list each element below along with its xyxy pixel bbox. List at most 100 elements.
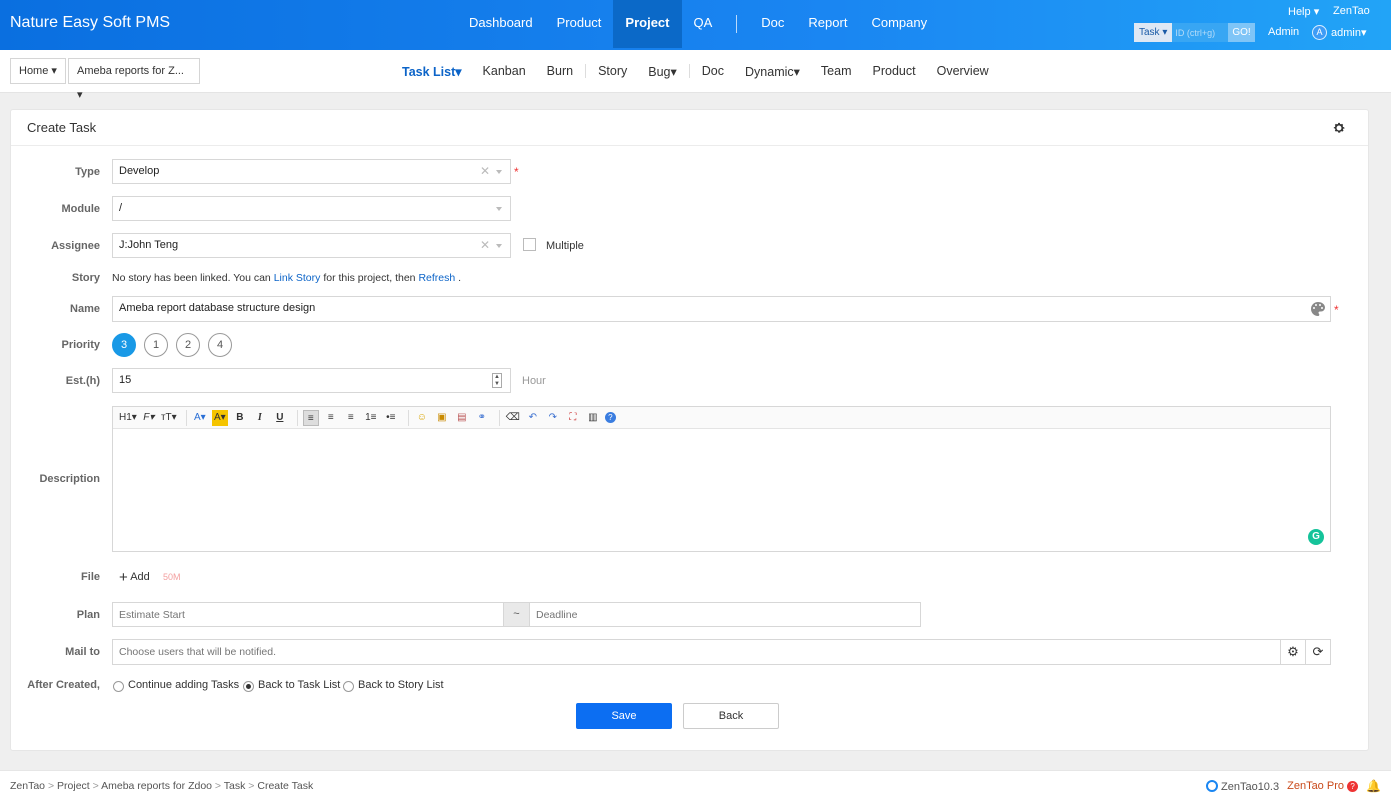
zentao-link[interactable]: ZenTao xyxy=(1333,5,1370,17)
source-icon[interactable]: ▥ xyxy=(585,410,601,426)
link-story-link[interactable]: Link Story xyxy=(274,272,321,284)
breadcrumb-project[interactable]: Ameba reports for Z... ▾ xyxy=(68,58,200,101)
stepper-icon[interactable]: ▲ ▼ xyxy=(492,373,502,388)
priority-option-2[interactable]: 2 xyxy=(176,333,200,357)
font-color-icon[interactable]: A▾ xyxy=(192,410,208,426)
search-type-label: Task xyxy=(1139,27,1160,38)
palette-icon[interactable] xyxy=(1310,301,1326,317)
assignee-select[interactable]: J:John Teng ✕ xyxy=(112,233,511,258)
estimate-label: Est.(h) xyxy=(65,375,100,387)
bell-icon[interactable]: 🔔 xyxy=(1366,779,1381,793)
align-right-icon[interactable]: ≡ xyxy=(343,410,359,426)
search-go-button[interactable]: GO! xyxy=(1228,23,1255,42)
mailto-refresh-button[interactable]: ⟳ xyxy=(1305,639,1331,665)
module-select[interactable]: / xyxy=(112,196,511,221)
bold-icon[interactable]: B xyxy=(232,410,248,426)
footer-crumb-ameba[interactable]: Ameba reports for Zdoo xyxy=(101,780,212,792)
grammarly-icon[interactable]: G xyxy=(1308,529,1324,545)
subnav-product[interactable]: Product xyxy=(873,64,916,78)
priority-option-3[interactable]: 3 xyxy=(112,333,136,357)
avatar[interactable]: A xyxy=(1312,25,1327,40)
font-size-icon[interactable]: тT▾ xyxy=(161,410,177,426)
nav-report[interactable]: Report xyxy=(796,0,859,48)
ordered-list-icon[interactable]: 1≡ xyxy=(363,410,379,426)
deadline-input[interactable] xyxy=(529,602,921,627)
gear-icon[interactable] xyxy=(1332,121,1346,135)
radio-back-to-task-list[interactable] xyxy=(243,681,254,692)
redo-icon[interactable]: ↷ xyxy=(545,410,561,426)
nav-doc[interactable]: Doc xyxy=(749,0,796,48)
editor-toolbar: H1▾ F▾ тT▾ A▾ A▾ B I U ≡ ≡ ≡ 1≡ •≡ ☺ ▣ ▤… xyxy=(113,407,1330,429)
subnav-story[interactable]: Story xyxy=(598,64,627,78)
emoticon-icon[interactable]: ☺ xyxy=(414,410,430,426)
name-value: Ameba report database structure design xyxy=(119,302,316,314)
footer-crumb-task[interactable]: Task xyxy=(224,780,246,792)
nav-product[interactable]: Product xyxy=(545,0,614,48)
underline-icon[interactable]: U xyxy=(272,410,288,426)
italic-icon[interactable]: I xyxy=(252,410,268,426)
heading-icon[interactable]: H1▾ xyxy=(119,410,137,426)
plan-separator: ~ xyxy=(503,602,530,627)
unordered-list-icon[interactable]: •≡ xyxy=(383,410,399,426)
undo-icon[interactable]: ↶ xyxy=(525,410,541,426)
subnav-overview[interactable]: Overview xyxy=(937,64,989,78)
align-center-icon[interactable]: ≡ xyxy=(323,410,339,426)
image-icon[interactable]: ▣ xyxy=(434,410,450,426)
footer: ZenTao > Project > Ameba reports for Zdo… xyxy=(0,770,1391,799)
subnav-doc[interactable]: Doc xyxy=(702,64,724,78)
user-menu[interactable]: admin▾ xyxy=(1331,26,1367,39)
nav-company[interactable]: Company xyxy=(859,0,939,48)
code-icon[interactable]: ▤ xyxy=(454,410,470,426)
description-editor[interactable]: H1▾ F▾ тT▾ A▾ A▾ B I U ≡ ≡ ≡ 1≡ •≡ ☺ ▣ ▤… xyxy=(112,406,1331,552)
link-icon[interactable]: ⚭ xyxy=(474,410,490,426)
refresh-link[interactable]: Refresh xyxy=(418,272,455,284)
estimate-start-input[interactable] xyxy=(112,602,504,627)
refresh-icon: ⟳ xyxy=(1312,644,1324,659)
admin-link[interactable]: Admin xyxy=(1268,26,1299,38)
radio-continue-adding[interactable] xyxy=(113,681,124,692)
name-input[interactable]: Ameba report database structure design xyxy=(112,296,1331,322)
font-family-icon[interactable]: F▾ xyxy=(141,410,157,426)
highlight-color-icon[interactable]: A▾ xyxy=(211,409,228,426)
help-icon[interactable]: ? xyxy=(604,412,616,423)
story-hint-dot: . xyxy=(458,272,462,284)
breadcrumb-project-label: Ameba reports for Z... xyxy=(77,65,184,77)
subnav-burn[interactable]: Burn xyxy=(547,64,573,78)
subnav-team[interactable]: Team xyxy=(821,64,852,78)
type-select[interactable]: Develop ✕ xyxy=(112,159,511,184)
priority-option-4[interactable]: 4 xyxy=(208,333,232,357)
footer-crumb-zentao[interactable]: ZenTao xyxy=(10,780,45,792)
estimate-input[interactable]: 15 ▲ ▼ xyxy=(112,368,511,393)
nav-dashboard[interactable]: Dashboard xyxy=(457,0,545,48)
zentao-version[interactable]: ZenTao10.3 xyxy=(1205,779,1279,793)
subnav-bug[interactable]: Bug▾ xyxy=(648,64,677,79)
user-name: admin xyxy=(1331,27,1361,39)
align-left-icon[interactable]: ≡ xyxy=(302,409,319,426)
brand-title[interactable]: Nature Easy Soft PMS xyxy=(10,14,170,32)
add-file-button[interactable]: + Add xyxy=(119,569,150,586)
breadcrumb-home[interactable]: Home ▾ xyxy=(10,58,66,84)
back-button[interactable]: Back xyxy=(683,703,779,729)
multiple-checkbox[interactable] xyxy=(523,238,536,251)
fullscreen-icon[interactable]: ⛶ xyxy=(565,410,581,426)
footer-crumb-project[interactable]: Project xyxy=(57,780,90,792)
search-type-select[interactable]: Task ▾ xyxy=(1134,23,1173,42)
mailto-input[interactable] xyxy=(112,639,1281,665)
priority-option-1[interactable]: 1 xyxy=(144,333,168,357)
module-value: / xyxy=(119,202,123,214)
mailto-settings-button[interactable]: ⚙ xyxy=(1280,639,1306,665)
subnav-task-list[interactable]: Task List▾ xyxy=(402,64,462,79)
subnav-kanban[interactable]: Kanban xyxy=(483,64,526,78)
save-button[interactable]: Save xyxy=(576,703,672,729)
search-input[interactable] xyxy=(1172,23,1229,42)
help-menu[interactable]: Help ▾ xyxy=(1288,5,1319,18)
close-icon[interactable]: ✕ xyxy=(480,234,490,257)
zentao-logo-icon xyxy=(1205,779,1218,792)
eraser-icon[interactable]: ⌫ xyxy=(505,410,521,426)
radio-back-to-story-list[interactable] xyxy=(343,681,354,692)
close-icon[interactable]: ✕ xyxy=(480,160,490,183)
zentao-pro-link[interactable]: ZenTao Pro ? xyxy=(1287,780,1359,792)
nav-project[interactable]: Project xyxy=(613,0,682,48)
subnav-dynamic[interactable]: Dynamic▾ xyxy=(745,64,800,79)
nav-qa[interactable]: QA xyxy=(682,0,725,48)
